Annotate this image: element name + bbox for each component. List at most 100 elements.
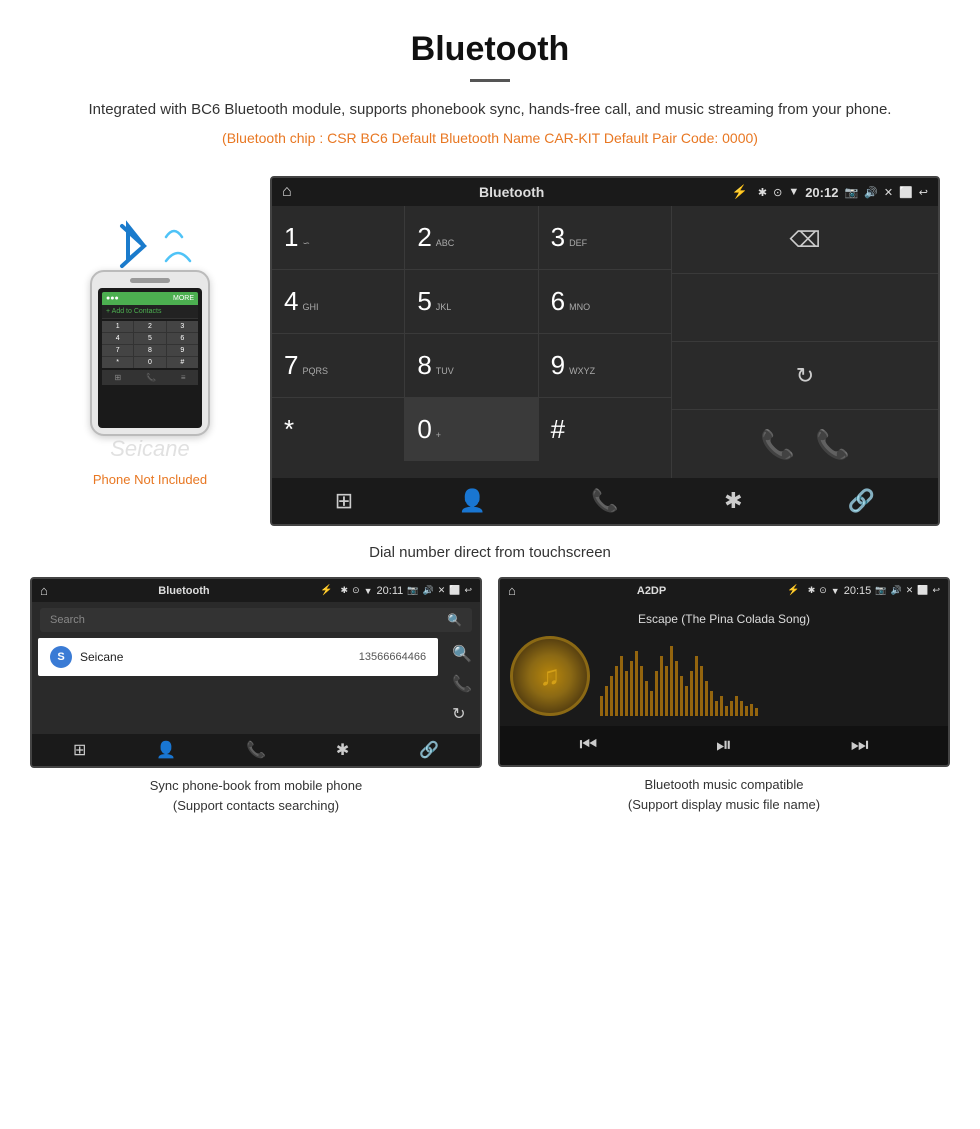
phone-key-3[interactable]: 3 bbox=[167, 321, 198, 332]
pb-contacts-active-icon[interactable]: 👤 bbox=[156, 740, 176, 760]
pb-search-bar[interactable]: Search 🔍 bbox=[40, 608, 472, 632]
play-pause-icon[interactable]: ⏯ bbox=[716, 734, 732, 757]
key-3[interactable]: 3 DEF bbox=[539, 206, 671, 269]
phone-key-9[interactable]: 9 bbox=[167, 345, 198, 356]
call-end-icon[interactable]: 📞 bbox=[815, 428, 850, 461]
phone-key-0[interactable]: 0 bbox=[134, 357, 165, 368]
link-icon[interactable]: 🔗 bbox=[848, 488, 875, 514]
phone-key-4[interactable]: 4 bbox=[102, 333, 133, 344]
key-star[interactable]: * bbox=[272, 398, 405, 461]
pb-bluetooth-icon[interactable]: ✱ bbox=[336, 740, 349, 760]
contact-avatar: S bbox=[50, 646, 72, 668]
music-usb-icon: ⚡ bbox=[787, 585, 799, 596]
music-win-icon: ⬜ bbox=[917, 585, 928, 596]
close-icon[interactable]: ✕ bbox=[884, 186, 893, 199]
music-caption-line1: Bluetooth music compatible bbox=[645, 777, 804, 792]
head-unit-screen: ⌂ Bluetooth ⚡ ✱ ⊙ ▼ 20:12 📷 🔊 ✕ ⬜ ↩ bbox=[270, 176, 940, 526]
key-8-num: 8 bbox=[417, 350, 431, 381]
main-screen-area: ●●● MORE + Add to Contacts 1 2 3 4 5 6 7… bbox=[0, 156, 980, 536]
refresh-cell[interactable]: ↻ bbox=[672, 342, 938, 410]
pb-link-icon[interactable]: 🔗 bbox=[419, 740, 439, 760]
music-vol-icon: 🔊 bbox=[890, 585, 901, 596]
pb-close-icon[interactable]: ✕ bbox=[438, 585, 446, 596]
volume-icon: 🔊 bbox=[864, 186, 878, 199]
key-5[interactable]: 5 JKL bbox=[405, 270, 538, 333]
key-4-alpha: GHI bbox=[302, 302, 318, 312]
phone-key-6[interactable]: 6 bbox=[167, 333, 198, 344]
signal-icon: ▼ bbox=[788, 186, 799, 198]
pb-phone-icon[interactable]: 📞 bbox=[246, 740, 266, 760]
key-0-num: 0 bbox=[417, 414, 431, 445]
key-1[interactable]: 1 ∽ bbox=[272, 206, 405, 269]
bottom-screens: ⌂ Bluetooth ⚡ ✱ ⊙ ▼ 20:11 📷 🔊 ✕ ⬜ ↩ Sear… bbox=[0, 577, 980, 839]
dialpad-side: ⌫ ↻ 📞 📞 bbox=[671, 206, 938, 478]
key-7[interactable]: 7 PQRS bbox=[272, 334, 405, 397]
pb-contact-row[interactable]: S Seicane 13566664466 bbox=[38, 638, 438, 676]
phone-icon[interactable]: 📞 bbox=[591, 488, 618, 514]
pb-call-side-icon[interactable]: 📞 bbox=[452, 674, 472, 694]
side-empty-1 bbox=[672, 274, 938, 342]
key-0[interactable]: 0 + bbox=[405, 398, 538, 461]
phone-key-2[interactable]: 2 bbox=[134, 321, 165, 332]
bluetooth-status-icon: ✱ bbox=[758, 186, 767, 199]
dialpad-row-4: * 0 + # bbox=[272, 398, 671, 461]
music-waveform bbox=[600, 636, 938, 716]
key-6[interactable]: 6 MNO bbox=[539, 270, 671, 333]
contact-number: 13566664466 bbox=[359, 651, 426, 663]
phone-side: ●●● MORE + Add to Contacts 1 2 3 4 5 6 7… bbox=[40, 216, 260, 487]
pb-vol-icon: 🔊 bbox=[422, 585, 433, 596]
music-album-art: ♫ bbox=[510, 636, 590, 716]
phone-contacts-name: + Add to Contacts bbox=[102, 305, 198, 319]
music-bt-icon: ✱ bbox=[808, 585, 816, 596]
pb-search-side-icon[interactable]: 🔍 bbox=[452, 644, 472, 664]
dialpad-keys: 1 ∽ 2 ABC 3 DEF 4 GHI bbox=[272, 206, 671, 478]
backspace-icon[interactable]: ⌫ bbox=[789, 227, 820, 253]
phone-key-hash[interactable]: # bbox=[167, 357, 198, 368]
phone-key-8[interactable]: 8 bbox=[134, 345, 165, 356]
pb-dialpad-icon[interactable]: ⊞ bbox=[73, 740, 86, 760]
phone-key-1[interactable]: 1 bbox=[102, 321, 133, 332]
backspace-cell[interactable]: ⌫ bbox=[672, 206, 938, 274]
phonebook-mini-screen: ⌂ Bluetooth ⚡ ✱ ⊙ ▼ 20:11 📷 🔊 ✕ ⬜ ↩ Sear… bbox=[30, 577, 482, 768]
call-accept-icon[interactable]: 📞 bbox=[760, 428, 795, 461]
watermark-area: Seicane bbox=[90, 436, 210, 462]
music-clock: 20:15 bbox=[844, 585, 872, 597]
key-0-alpha: + bbox=[436, 430, 441, 440]
music-close-icon[interactable]: ✕ bbox=[906, 585, 914, 596]
dialpad-row-3: 7 PQRS 8 TUV 9 WXYZ bbox=[272, 334, 671, 398]
key-hash[interactable]: # bbox=[539, 398, 671, 461]
pb-home-icon[interactable]: ⌂ bbox=[40, 583, 48, 598]
location-icon: ⊙ bbox=[773, 186, 782, 199]
key-8[interactable]: 8 TUV bbox=[405, 334, 538, 397]
hu-status-icons: ✱ ⊙ ▼ 20:12 📷 🔊 ✕ ⬜ ↩ bbox=[758, 185, 928, 200]
phone-key-5[interactable]: 5 bbox=[134, 333, 165, 344]
hu-screen-title: Bluetooth bbox=[302, 184, 722, 200]
phone-key-star[interactable]: * bbox=[102, 357, 133, 368]
seicane-watermark: Seicane bbox=[110, 436, 190, 461]
key-2[interactable]: 2 ABC bbox=[405, 206, 538, 269]
pb-screen-title: Bluetooth bbox=[56, 585, 312, 597]
key-4[interactable]: 4 GHI bbox=[272, 270, 405, 333]
music-home-icon[interactable]: ⌂ bbox=[508, 583, 516, 598]
refresh-icon[interactable]: ↻ bbox=[796, 363, 814, 389]
next-track-icon[interactable]: ⏭ bbox=[851, 734, 869, 757]
music-back-icon[interactable]: ↩ bbox=[932, 585, 940, 596]
home-icon[interactable]: ⌂ bbox=[282, 183, 292, 201]
key-8-alpha: TUV bbox=[436, 366, 454, 376]
key-3-alpha: DEF bbox=[569, 238, 587, 248]
phone-bottom-bar: ⊞ 📞 ≡ bbox=[102, 370, 198, 385]
key-9[interactable]: 9 WXYZ bbox=[539, 334, 671, 397]
phone-key-7[interactable]: 7 bbox=[102, 345, 133, 356]
music-screen-content: Escape (The Pina Colada Song) ♫ bbox=[500, 602, 948, 726]
camera-icon: 📷 bbox=[844, 186, 858, 199]
dialpad-mode-icon[interactable]: ⊞ bbox=[335, 488, 353, 514]
pb-win-icon: ⬜ bbox=[449, 585, 460, 596]
pb-sync-side-icon[interactable]: ↻ bbox=[452, 704, 472, 724]
bluetooth-icon[interactable]: ✱ bbox=[724, 488, 742, 514]
key-7-alpha: PQRS bbox=[302, 366, 328, 376]
phone-call-icon[interactable]: 📞 bbox=[146, 373, 156, 382]
pb-back-icon[interactable]: ↩ bbox=[464, 585, 472, 596]
prev-track-icon[interactable]: ⏮ bbox=[579, 734, 597, 757]
back-icon[interactable]: ↩ bbox=[919, 186, 928, 199]
contacts-icon[interactable]: 👤 bbox=[459, 488, 486, 514]
